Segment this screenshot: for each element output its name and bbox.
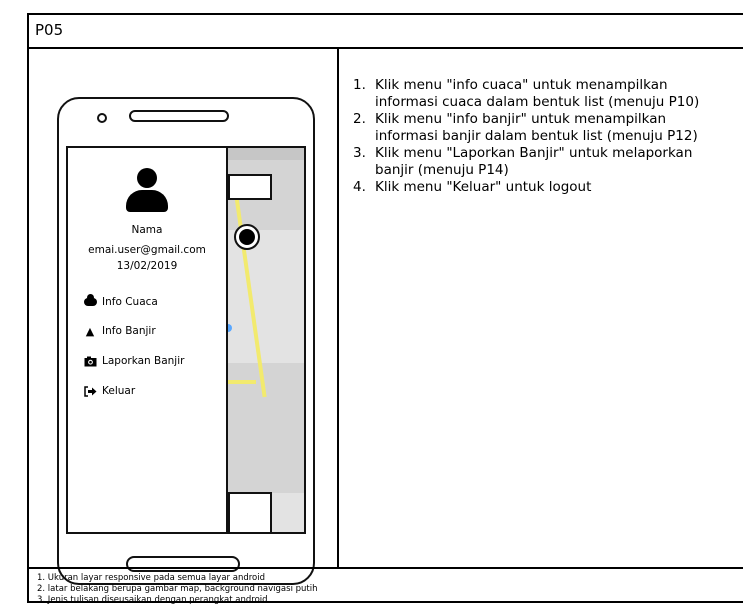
list-item-number: 2.: [353, 111, 366, 127]
menu-item-laporkan-banjir[interactable]: Laporkan Banjir: [82, 353, 184, 369]
camera-icon-hardware: [97, 113, 107, 123]
map-search-box[interactable]: [228, 174, 272, 200]
warning-icon: ▲: [85, 324, 95, 338]
camera-icon: [82, 356, 98, 367]
note-item: 3. Jenis tulisan diseusaikan dengan pera…: [37, 595, 268, 605]
list-item-text: Klik menu "info banjir" untuk menampilka…: [375, 111, 698, 144]
instructions-pane: 1. Klik menu "info cuaca" untuk menampil…: [339, 47, 743, 567]
mockup-pane: Nama emai.user@gmail.com 13/02/2019 Info…: [29, 47, 339, 585]
menu-item-label: Laporkan Banjir: [102, 355, 185, 367]
phone-speaker: [129, 110, 229, 122]
list-item-text: Klik menu "info cuaca" untuk menampilkan…: [375, 77, 700, 110]
profile-date: 13/02/2019: [116, 260, 178, 272]
phone-mockup: Nama emai.user@gmail.com 13/02/2019 Info…: [57, 97, 315, 585]
cloud-icon: [239, 229, 255, 245]
list-item: 1. Klik menu "info cuaca" untuk menampil…: [353, 77, 733, 111]
list-item-text: Klik menu "Keluar" untuk logout: [375, 179, 592, 195]
wireframe-header: P05: [29, 15, 743, 49]
map-road: [224, 380, 256, 384]
logout-icon: [82, 385, 98, 397]
profile-name: Nama: [131, 224, 163, 236]
cloud-icon: [82, 294, 98, 306]
navigation-drawer: Nama emai.user@gmail.com 13/02/2019 Info…: [68, 148, 228, 532]
menu-item-label: Info Cuaca: [102, 296, 158, 308]
menu-item-label: Keluar: [102, 385, 136, 397]
note-item: 2. latar belakang berupa gambar map, bac…: [37, 584, 318, 594]
notes-section: 1. Ukuran layar responsive pada semua la…: [29, 567, 743, 605]
list-item-text: Klik menu "Laporkan Banjir" untuk melapo…: [375, 145, 693, 178]
wireframe-frame: P05 Nama emai.user@gmail.com 13/02/2019 …: [27, 13, 743, 605]
list-item-number: 1.: [353, 77, 366, 93]
profile-email: emai.user@gmail.com: [88, 244, 206, 256]
note-item: 1. Ukuran layar responsive pada semua la…: [37, 573, 265, 583]
list-item-number: 3.: [353, 145, 366, 161]
list-item-number: 4.: [353, 179, 366, 195]
instructions-list: 1. Klik menu "info cuaca" untuk menampil…: [353, 77, 733, 196]
map-bottom-panel[interactable]: [228, 492, 272, 532]
weather-fab-button[interactable]: [234, 224, 260, 250]
page-title: P05: [35, 21, 64, 39]
user-avatar-icon: [126, 168, 168, 212]
menu-item-keluar[interactable]: Keluar: [82, 383, 135, 399]
list-item: 4. Klik menu "Keluar" untuk logout: [353, 179, 733, 196]
list-item: 2. Klik menu "info banjir" untuk menampi…: [353, 111, 733, 145]
list-item: 3. Klik menu "Laporkan Banjir" untuk mel…: [353, 145, 733, 179]
phone-screen: Nama emai.user@gmail.com 13/02/2019 Info…: [66, 146, 306, 534]
menu-item-info-banjir[interactable]: ▲ Info Banjir: [82, 323, 156, 339]
notes-list: 1. Ukuran layar responsive pada semua la…: [37, 573, 318, 606]
menu-item-info-cuaca[interactable]: Info Cuaca: [82, 294, 158, 310]
menu-item-label: Info Banjir: [102, 325, 156, 337]
